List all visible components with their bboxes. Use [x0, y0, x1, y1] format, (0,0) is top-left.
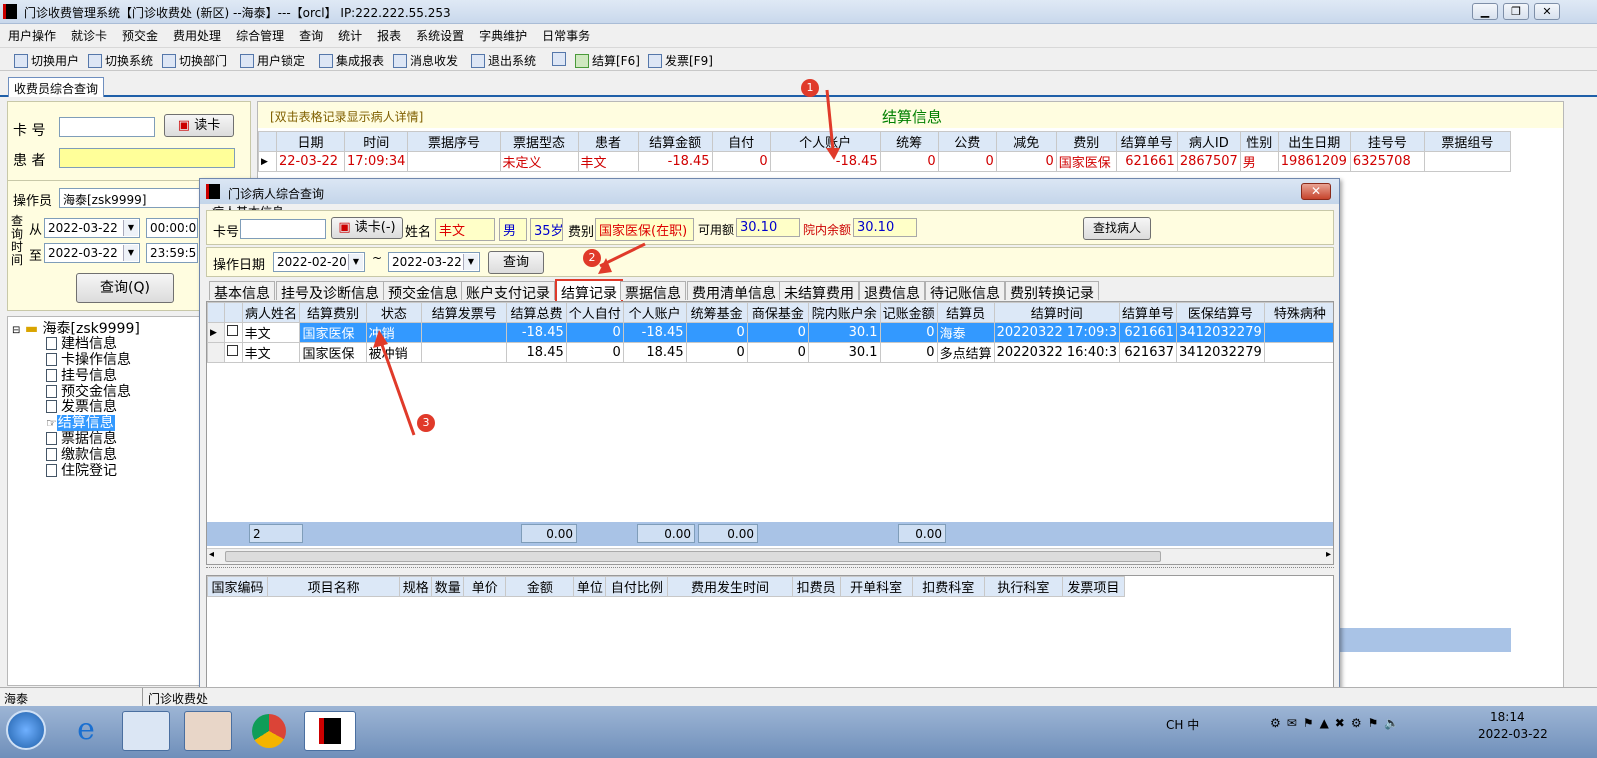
- clock-time: 18:14: [1490, 710, 1525, 724]
- annotation-badge-1: 1: [801, 79, 819, 97]
- annotation-arrow-1: [825, 89, 835, 151]
- start-button[interactable]: [6, 710, 46, 750]
- ime-indicator[interactable]: CH 中: [1166, 716, 1199, 733]
- ie-icon[interactable]: e: [66, 712, 106, 750]
- annotation-arrow-3-head: [373, 330, 388, 348]
- status-user: 海泰: [4, 692, 29, 706]
- status-module: 门诊收费处: [148, 692, 209, 706]
- annotation-badge-2: 2: [583, 249, 601, 267]
- explorer-icon[interactable]: [122, 711, 170, 751]
- annotation-arrow-3: [379, 341, 416, 436]
- taskbar: e CH 中 ⚙✉⚑▲✖⚙⚑🔈 18:14 2022-03-22: [0, 706, 1597, 758]
- annotation-arrow-1-head: [826, 148, 840, 160]
- annotation-badge-3: 3: [417, 414, 435, 432]
- tray-icons[interactable]: ⚙✉⚑▲✖⚙⚑🔈: [1270, 716, 1405, 730]
- status-bar: 海泰 门诊收费处: [0, 687, 1597, 706]
- clock-date: 2022-03-22: [1478, 727, 1548, 741]
- media-player-icon[interactable]: [184, 711, 232, 751]
- his-app-icon[interactable]: [304, 711, 356, 751]
- chrome-icon[interactable]: [252, 714, 286, 748]
- annotation-overlay: [373, 89, 840, 436]
